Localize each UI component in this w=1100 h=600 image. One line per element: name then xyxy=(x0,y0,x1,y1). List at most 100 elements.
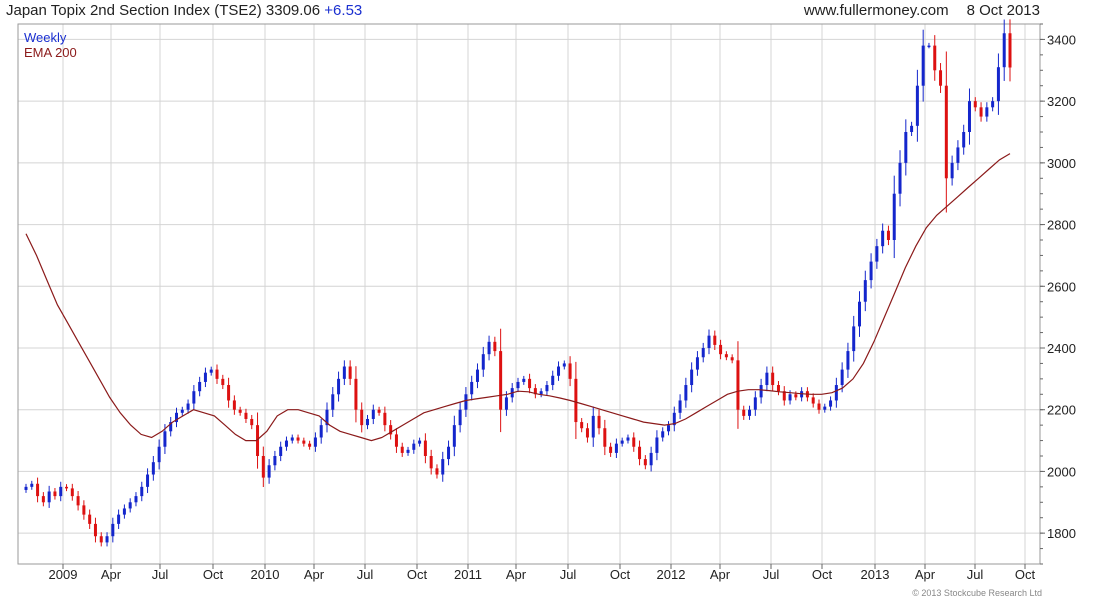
candle xyxy=(1002,19,1006,81)
plot-frame xyxy=(17,23,1041,565)
candle xyxy=(979,102,983,122)
candle xyxy=(487,335,491,361)
candle xyxy=(215,364,219,384)
candle xyxy=(661,427,665,442)
candle xyxy=(678,394,682,419)
candle xyxy=(829,396,833,411)
candle-body xyxy=(748,409,752,416)
candle xyxy=(308,440,312,450)
candle xyxy=(232,395,236,415)
x-tick-label: Oct xyxy=(407,567,428,582)
candle-body xyxy=(973,101,977,108)
candle-body xyxy=(771,372,775,386)
x-tick-label: Jul xyxy=(152,567,169,582)
x-tick-label: Jul xyxy=(967,567,984,582)
candle-body xyxy=(643,459,647,466)
candle xyxy=(765,366,769,392)
candle-body xyxy=(244,412,248,419)
candle xyxy=(325,402,329,433)
candle xyxy=(643,455,647,470)
candle-body xyxy=(707,335,711,348)
candle-body xyxy=(557,366,561,376)
candle xyxy=(452,415,456,457)
x-tick-label: Oct xyxy=(610,567,631,582)
candle xyxy=(886,225,890,246)
candle-body xyxy=(122,508,126,515)
candle xyxy=(944,51,948,213)
candle xyxy=(394,428,398,453)
candle-body xyxy=(157,446,161,463)
candle xyxy=(707,329,711,355)
legend-ema: EMA 200 xyxy=(24,45,77,60)
candle-body xyxy=(898,162,902,194)
candle-body xyxy=(603,428,607,447)
candle xyxy=(134,492,138,507)
candle-body xyxy=(724,354,728,358)
candle-body xyxy=(967,101,971,132)
candle xyxy=(811,393,815,408)
x-tick-label: Jul xyxy=(357,567,374,582)
candle-body xyxy=(858,301,862,327)
candle-body xyxy=(313,437,317,447)
candle-body xyxy=(279,446,283,456)
candle-body xyxy=(88,514,92,524)
candle-body xyxy=(753,397,757,410)
x-tick-label: Jul xyxy=(763,567,780,582)
candle-body xyxy=(985,107,989,117)
candle-body xyxy=(585,428,589,438)
candle-body xyxy=(36,483,40,497)
candle xyxy=(591,406,595,447)
candle xyxy=(93,517,97,543)
candle-body xyxy=(441,459,445,475)
candle xyxy=(939,63,943,93)
candle-body xyxy=(574,378,578,423)
candle-body xyxy=(423,440,427,456)
candle xyxy=(354,366,358,423)
candle-body xyxy=(371,409,375,419)
candle xyxy=(180,406,184,416)
candle-body xyxy=(163,431,167,447)
candle xyxy=(603,419,607,456)
candle xyxy=(713,330,717,351)
candle-body xyxy=(522,378,526,382)
candle-body xyxy=(47,491,51,503)
candle-body xyxy=(904,132,908,163)
x-tick-label: 2011 xyxy=(454,567,482,582)
candle-body xyxy=(82,505,86,515)
candle xyxy=(881,223,885,254)
candle-body xyxy=(203,372,207,382)
candle-body xyxy=(568,363,572,379)
candle-body xyxy=(996,67,1000,102)
candle xyxy=(632,432,636,452)
candle-body xyxy=(290,437,294,441)
candle xyxy=(290,434,294,444)
candle xyxy=(174,407,178,428)
candle xyxy=(580,418,584,433)
candle xyxy=(99,532,103,547)
candle-body xyxy=(661,431,665,438)
candle-body xyxy=(284,440,288,447)
candle-body xyxy=(620,440,624,444)
candle-body xyxy=(614,443,618,453)
candle-body xyxy=(59,486,63,497)
candle-body xyxy=(493,341,497,352)
candle-body xyxy=(76,496,80,506)
candle-body xyxy=(881,230,885,247)
candle xyxy=(499,328,503,433)
candle-body xyxy=(944,85,948,179)
candle-body xyxy=(823,406,827,410)
candle-body xyxy=(232,400,236,410)
candle-body xyxy=(713,335,717,345)
x-tick-label: Apr xyxy=(710,567,731,582)
candle xyxy=(53,488,57,500)
candle-body xyxy=(238,409,242,413)
candle xyxy=(921,29,925,102)
y-tick-label: 2400 xyxy=(1047,341,1076,356)
candle-body xyxy=(117,514,121,524)
candle xyxy=(782,386,786,406)
candle xyxy=(47,485,51,508)
candle-body xyxy=(111,523,115,537)
candle-body xyxy=(470,381,474,395)
candle xyxy=(759,378,763,404)
candle-body xyxy=(273,456,277,466)
